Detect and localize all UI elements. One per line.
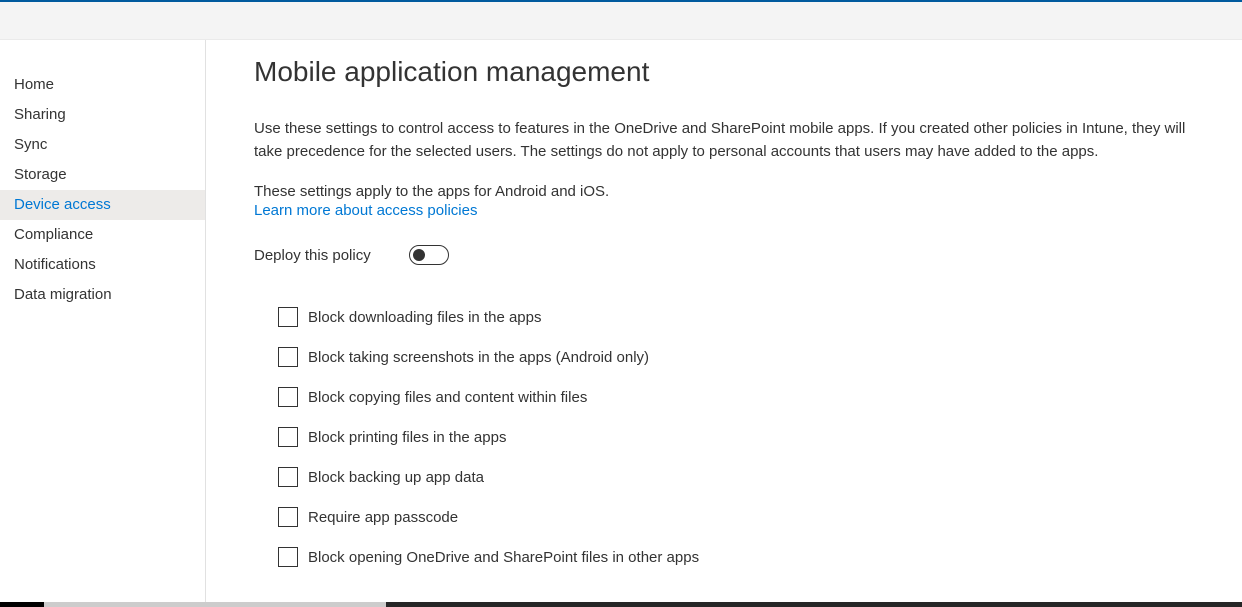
checkbox-block-printing[interactable] xyxy=(278,427,298,447)
checkbox-row-block-downloading: Block downloading files in the apps xyxy=(278,307,1194,327)
sidebar-item-home[interactable]: Home xyxy=(0,70,205,100)
checkbox-label: Block backing up app data xyxy=(308,469,484,486)
sidebar-item-device-access[interactable]: Device access xyxy=(0,190,205,220)
main-content: Mobile application management Use these … xyxy=(206,40,1242,607)
checkbox-row-block-opening: Block opening OneDrive and SharePoint fi… xyxy=(278,547,1194,567)
checkbox-row-block-screenshots: Block taking screenshots in the apps (An… xyxy=(278,347,1194,367)
checkbox-row-block-backing-up: Block backing up app data xyxy=(278,467,1194,487)
deploy-policy-row: Deploy this policy xyxy=(254,245,1194,265)
settings-apply-text: These settings apply to the apps for And… xyxy=(254,181,1194,202)
sidebar-item-sharing[interactable]: Sharing xyxy=(0,100,205,130)
sidebar-nav: Home Sharing Sync Storage Device access … xyxy=(0,40,206,607)
bottom-bar-segment xyxy=(0,602,44,607)
sidebar-item-data-migration[interactable]: Data migration xyxy=(0,280,205,310)
learn-more-link[interactable]: Learn more about access policies xyxy=(254,202,477,219)
checkbox-row-block-copying: Block copying files and content within f… xyxy=(278,387,1194,407)
deploy-policy-label: Deploy this policy xyxy=(254,247,371,264)
checkbox-label: Block downloading files in the apps xyxy=(308,309,541,326)
page-title: Mobile application management xyxy=(254,56,1194,88)
checkbox-block-backing-up[interactable] xyxy=(278,467,298,487)
bottom-bar-segment xyxy=(386,602,1242,607)
checkbox-row-require-passcode: Require app passcode xyxy=(278,507,1194,527)
checkbox-block-screenshots[interactable] xyxy=(278,347,298,367)
sidebar-item-storage[interactable]: Storage xyxy=(0,160,205,190)
bottom-status-bar xyxy=(0,602,1242,607)
sidebar-item-compliance[interactable]: Compliance xyxy=(0,220,205,250)
checkbox-block-downloading[interactable] xyxy=(278,307,298,327)
checkbox-label: Block copying files and content within f… xyxy=(308,389,587,406)
page-description: Use these settings to control access to … xyxy=(254,118,1194,163)
sidebar-item-sync[interactable]: Sync xyxy=(0,130,205,160)
toggle-knob xyxy=(413,249,425,261)
checkbox-label: Block printing files in the apps xyxy=(308,429,506,446)
checkbox-label: Block taking screenshots in the apps (An… xyxy=(308,349,649,366)
checkbox-label: Require app passcode xyxy=(308,509,458,526)
ribbon-bar xyxy=(0,2,1242,40)
checkbox-row-block-printing: Block printing files in the apps xyxy=(278,427,1194,447)
checkbox-require-passcode[interactable] xyxy=(278,507,298,527)
deploy-policy-toggle[interactable] xyxy=(409,245,449,265)
sidebar-item-notifications[interactable]: Notifications xyxy=(0,250,205,280)
policy-checkbox-list: Block downloading files in the apps Bloc… xyxy=(254,307,1194,567)
checkbox-block-copying[interactable] xyxy=(278,387,298,407)
bottom-bar-segment xyxy=(44,602,386,607)
checkbox-block-opening[interactable] xyxy=(278,547,298,567)
checkbox-label: Block opening OneDrive and SharePoint fi… xyxy=(308,549,699,566)
